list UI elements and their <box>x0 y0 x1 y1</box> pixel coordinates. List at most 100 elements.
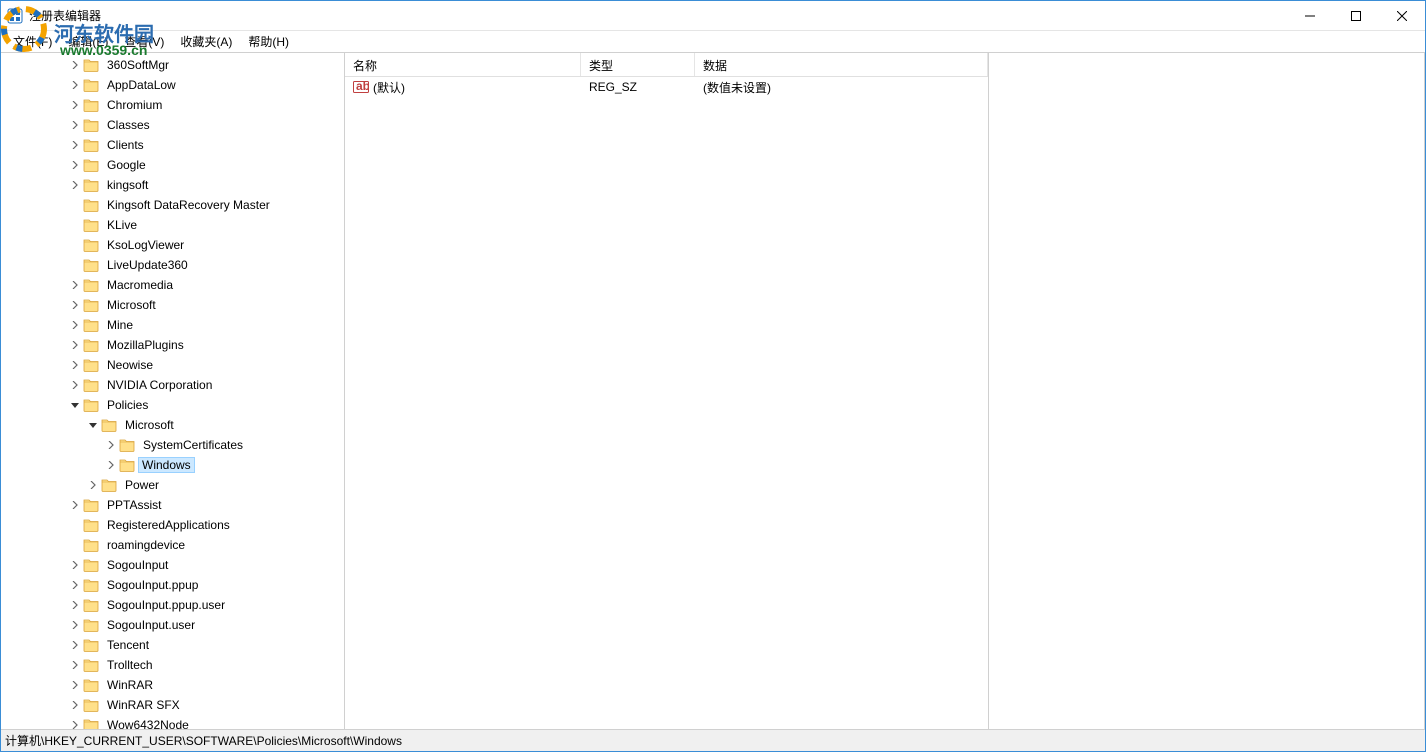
registry-editor-window: 河东软件园 www.0359.cn 注册表编辑器 文件(F) 编辑(E) 查看(… <box>0 0 1426 752</box>
tree-item-label: SogouInput.user <box>103 617 199 633</box>
tree-item[interactable]: KLive <box>1 215 344 235</box>
chevron-right-icon[interactable] <box>67 597 83 613</box>
chevron-right-icon[interactable] <box>67 637 83 653</box>
chevron-right-icon[interactable] <box>67 337 83 353</box>
tree-item[interactable]: Microsoft <box>1 295 344 315</box>
chevron-right-icon[interactable] <box>67 277 83 293</box>
tree-item-label: SogouInput.ppup.user <box>103 597 229 613</box>
titlebar[interactable]: 注册表编辑器 <box>1 1 1425 31</box>
tree-item[interactable]: Mine <box>1 315 344 335</box>
tree-item[interactable]: SystemCertificates <box>1 435 344 455</box>
tree-item[interactable]: 360SoftMgr <box>1 55 344 75</box>
tree-item-label: Power <box>121 477 163 493</box>
chevron-right-icon[interactable] <box>67 657 83 673</box>
menubar: 文件(F) 编辑(E) 查看(V) 收藏夹(A) 帮助(H) <box>1 31 1425 53</box>
folder-icon <box>83 638 99 652</box>
column-header-type[interactable]: 类型 <box>581 53 695 76</box>
chevron-right-icon[interactable] <box>103 457 119 473</box>
tree-item[interactable]: Power <box>1 475 344 495</box>
tree-item[interactable]: Macromedia <box>1 275 344 295</box>
chevron-right-icon[interactable] <box>67 297 83 313</box>
cell-type: REG_SZ <box>581 78 695 96</box>
chevron-right-icon[interactable] <box>103 437 119 453</box>
value-name-label: (默认) <box>373 79 405 96</box>
tree-item[interactable]: SogouInput.user <box>1 615 344 635</box>
tree-item-label: PPTAssist <box>103 497 165 513</box>
tree-item[interactable]: Kingsoft DataRecovery Master <box>1 195 344 215</box>
tree-item[interactable]: SogouInput.ppup <box>1 575 344 595</box>
tree-item[interactable]: LiveUpdate360 <box>1 255 344 275</box>
menu-favorites[interactable]: 收藏夹(A) <box>172 31 240 52</box>
tree-item[interactable]: KsoLogViewer <box>1 235 344 255</box>
tree-item[interactable]: WinRAR SFX <box>1 695 344 715</box>
tree-item[interactable]: AppDataLow <box>1 75 344 95</box>
folder-icon <box>83 158 99 172</box>
tree-item[interactable]: Wow6432Node <box>1 715 344 729</box>
tree-item[interactable]: RegisteredApplications <box>1 515 344 535</box>
folder-icon <box>83 258 99 272</box>
tree-item-label: KLive <box>103 217 141 233</box>
close-button[interactable] <box>1379 1 1425 30</box>
chevron-right-icon[interactable] <box>67 577 83 593</box>
column-header-name[interactable]: 名称 <box>345 53 581 76</box>
chevron-right-icon[interactable] <box>67 137 83 153</box>
menu-edit[interactable]: 编辑(E) <box>60 31 116 52</box>
tree-item[interactable]: Google <box>1 155 344 175</box>
tree-item[interactable]: Microsoft <box>1 415 344 435</box>
chevron-right-icon[interactable] <box>67 177 83 193</box>
chevron-right-icon[interactable] <box>67 557 83 573</box>
tree-item-label: 360SoftMgr <box>103 57 173 73</box>
tree-item[interactable]: MozillaPlugins <box>1 335 344 355</box>
chevron-right-icon[interactable] <box>67 357 83 373</box>
folder-icon <box>83 498 99 512</box>
tree-item[interactable]: Tencent <box>1 635 344 655</box>
column-header-data[interactable]: 数据 <box>695 53 988 76</box>
chevron-right-icon[interactable] <box>67 97 83 113</box>
tree-item[interactable]: Trolltech <box>1 655 344 675</box>
menu-file[interactable]: 文件(F) <box>5 31 60 52</box>
tree-item[interactable]: kingsoft <box>1 175 344 195</box>
tree-item[interactable]: Policies <box>1 395 344 415</box>
tree-item[interactable]: WinRAR <box>1 675 344 695</box>
chevron-right-icon[interactable] <box>67 677 83 693</box>
tree-item[interactable]: Classes <box>1 115 344 135</box>
chevron-right-icon[interactable] <box>85 477 101 493</box>
tree-item[interactable]: PPTAssist <box>1 495 344 515</box>
chevron-right-icon[interactable] <box>67 117 83 133</box>
minimize-button[interactable] <box>1287 1 1333 30</box>
chevron-right-icon[interactable] <box>67 617 83 633</box>
chevron-down-icon[interactable] <box>67 397 83 413</box>
tree-item[interactable]: SogouInput <box>1 555 344 575</box>
tree-pane[interactable]: 360SoftMgr AppDataLowChromiumClassesClien… <box>1 53 345 729</box>
chevron-right-icon[interactable] <box>67 57 83 73</box>
folder-icon <box>83 338 99 352</box>
tree-item[interactable]: Chromium <box>1 95 344 115</box>
tree-item-label: Macromedia <box>103 277 177 293</box>
folder-icon <box>83 618 99 632</box>
chevron-right-icon[interactable] <box>67 317 83 333</box>
chevron-right-icon[interactable] <box>67 497 83 513</box>
tree-item[interactable]: Windows <box>1 455 344 475</box>
maximize-button[interactable] <box>1333 1 1379 30</box>
tree-item-label: kingsoft <box>103 177 152 193</box>
menu-help[interactable]: 帮助(H) <box>240 31 297 52</box>
close-icon <box>1397 11 1407 21</box>
tree-item[interactable]: SogouInput.ppup.user <box>1 595 344 615</box>
tree-item[interactable]: Neowise <box>1 355 344 375</box>
menu-view[interactable]: 查看(V) <box>116 31 172 52</box>
chevron-right-icon[interactable] <box>67 157 83 173</box>
chevron-down-icon[interactable] <box>85 417 101 433</box>
tree-item[interactable]: roamingdevice <box>1 535 344 555</box>
chevron-right-icon[interactable] <box>67 717 83 729</box>
app-icon <box>7 8 23 24</box>
chevron-right-icon[interactable] <box>67 77 83 93</box>
list-body[interactable]: (默认) REG_SZ(数值未设置) <box>345 77 988 729</box>
tree-item[interactable]: Clients <box>1 135 344 155</box>
cell-data: (数值未设置) <box>695 77 988 98</box>
folder-icon <box>83 298 99 312</box>
list-row[interactable]: (默认) REG_SZ(数值未设置) <box>345 77 988 97</box>
chevron-right-icon[interactable] <box>67 377 83 393</box>
tree-item[interactable]: NVIDIA Corporation <box>1 375 344 395</box>
chevron-right-icon[interactable] <box>67 697 83 713</box>
tree-item-label: KsoLogViewer <box>103 237 188 253</box>
